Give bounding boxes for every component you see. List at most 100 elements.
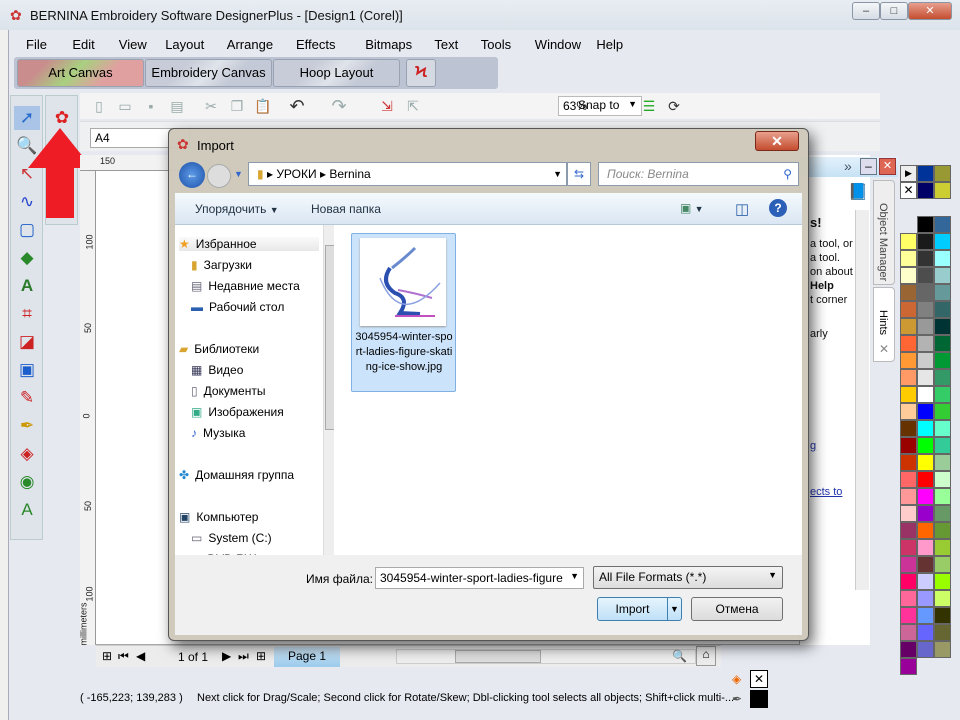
color-swatch[interactable] [934, 352, 951, 369]
color-swatch[interactable] [934, 165, 951, 182]
organize-button[interactable]: Упорядочить ▼ [195, 202, 279, 216]
color-swatch[interactable] [934, 369, 951, 386]
next-page-icon[interactable]: ▶ [222, 649, 231, 663]
color-swatch[interactable] [900, 488, 917, 505]
docker-minimize-button[interactable]: – [860, 158, 877, 175]
view-icon[interactable]: ▣ ▼ [680, 201, 704, 215]
chevron-down-icon[interactable]: ▼ [570, 571, 579, 581]
color-swatch[interactable] [934, 505, 951, 522]
prev-page-icon[interactable]: ◀ [136, 649, 145, 663]
color-swatch[interactable] [900, 556, 917, 573]
color-swatch[interactable] [934, 284, 951, 301]
menu-view[interactable]: View [119, 37, 147, 52]
import-icon[interactable]: ⇲ [378, 97, 396, 115]
color-swatch[interactable] [934, 556, 951, 573]
outline-color-swatch[interactable] [750, 690, 768, 708]
filename-input[interactable]: 3045954-winter-sport-ladies-figure ▼ [375, 567, 584, 589]
color-swatch[interactable] [934, 437, 951, 454]
color-swatch[interactable] [934, 216, 951, 233]
nav-item[interactable]: ♪ Музыка [191, 426, 331, 440]
color-swatch[interactable] [934, 233, 951, 250]
history-dropdown-icon[interactable]: ▼ [234, 169, 243, 179]
tab-embroidery-canvas[interactable]: Embroidery Canvas [145, 59, 272, 87]
color-swatch[interactable] [900, 522, 917, 539]
color-swatch[interactable] [934, 403, 951, 420]
color-swatch[interactable] [917, 386, 934, 403]
fill-tool-icon[interactable]: ◈ [14, 442, 40, 466]
dialog-close-button[interactable]: ✕ [755, 131, 799, 151]
color-swatch[interactable] [900, 539, 917, 556]
color-swatch[interactable] [900, 454, 917, 471]
nav-item[interactable]: ▭ System (C:) [191, 531, 331, 545]
export-icon[interactable]: ⇱ [404, 97, 422, 115]
color-swatch[interactable] [917, 556, 934, 573]
color-swatch[interactable] [917, 182, 934, 199]
color-swatch[interactable] [900, 352, 917, 369]
color-swatch[interactable] [934, 386, 951, 403]
color-swatch[interactable] [934, 420, 951, 437]
file-item[interactable]: 3045954-winter-sport-ladies-figure-skati… [351, 233, 456, 392]
menu-tools[interactable]: Tools [481, 37, 511, 52]
color-swatch[interactable] [934, 573, 951, 590]
color-swatch[interactable] [900, 233, 917, 250]
color-swatch[interactable] [900, 590, 917, 607]
outline-pen-icon[interactable]: ✒ [14, 414, 40, 438]
nav-item[interactable]: ▮ Загрузки [191, 258, 331, 272]
breadcrumb-item[interactable]: Bernina [329, 167, 370, 181]
color-swatch[interactable] [917, 233, 934, 250]
fit-image-icon[interactable]: ▣ [14, 358, 40, 382]
chevron-down-icon[interactable]: ▼ [553, 163, 562, 185]
menu-layout[interactable]: Layout [165, 37, 204, 52]
color-swatch[interactable] [917, 420, 934, 437]
color-swatch[interactable] [900, 471, 917, 488]
color-swatch[interactable] [917, 471, 934, 488]
color-swatch[interactable] [917, 284, 934, 301]
color-swatch[interactable] [900, 607, 917, 624]
cut-icon[interactable]: ✂ [202, 97, 220, 115]
pick-tool-icon[interactable]: ➚ [14, 106, 40, 130]
rectangle-tool-icon[interactable]: ▢ [14, 218, 40, 242]
color-swatch[interactable] [934, 250, 951, 267]
nav-item[interactable]: ▤ Недавние места [191, 279, 331, 293]
whats-this-icon[interactable]: ⟳ [665, 97, 683, 115]
color-swatch[interactable] [900, 573, 917, 590]
options-checklist-icon[interactable]: ☰ [640, 97, 658, 115]
color-swatch[interactable] [917, 403, 934, 420]
expand-icon[interactable]: » [844, 158, 852, 174]
tab-hoop-layout[interactable]: Hoop Layout [273, 59, 400, 87]
color-swatch[interactable] [917, 437, 934, 454]
color-swatch[interactable] [917, 318, 934, 335]
fill-none-swatch[interactable]: ✕ [750, 670, 768, 688]
add-page-icon[interactable]: ⊞ [102, 649, 112, 663]
minimize-button[interactable]: – [852, 2, 880, 20]
new-icon[interactable]: ▯ [90, 97, 108, 115]
refresh-button[interactable]: ⇆ [567, 162, 591, 186]
nav-item[interactable]: ▣ Компьютер [179, 510, 319, 524]
new-folder-button[interactable]: Новая папка [311, 202, 381, 216]
color-swatch[interactable] [900, 624, 917, 641]
paste-icon[interactable]: 📋 [254, 97, 272, 115]
preview-pane-icon[interactable]: ◫ [735, 200, 749, 218]
color-swatch[interactable] [900, 505, 917, 522]
color-swatch[interactable] [917, 165, 934, 182]
color-swatch[interactable] [934, 301, 951, 318]
breadcrumb-item[interactable]: УРОКИ [276, 167, 316, 181]
color-swatch[interactable] [917, 505, 934, 522]
nav-item[interactable]: ▦ Видео [191, 363, 331, 377]
color-swatch[interactable] [917, 216, 934, 233]
tab-art-canvas[interactable]: Art Canvas [17, 59, 144, 87]
home-icon[interactable]: ⌂ [696, 646, 716, 666]
color-swatch[interactable] [934, 454, 951, 471]
color-swatch[interactable] [917, 335, 934, 352]
hint-link[interactable]: ects to [810, 486, 842, 498]
color-swatch[interactable] [917, 590, 934, 607]
color-swatch[interactable] [917, 454, 934, 471]
color-swatch[interactable] [934, 590, 951, 607]
embroidery-fill-icon[interactable]: ◉ [14, 470, 40, 494]
palette-flyout-icon[interactable]: ▶ [900, 165, 917, 182]
color-swatch[interactable] [934, 539, 951, 556]
close-icon[interactable]: ✕ [879, 342, 889, 356]
import-embroidery-icon[interactable]: ✿ [49, 106, 75, 130]
print-icon[interactable]: ▤ [168, 97, 186, 115]
color-swatch[interactable] [917, 624, 934, 641]
